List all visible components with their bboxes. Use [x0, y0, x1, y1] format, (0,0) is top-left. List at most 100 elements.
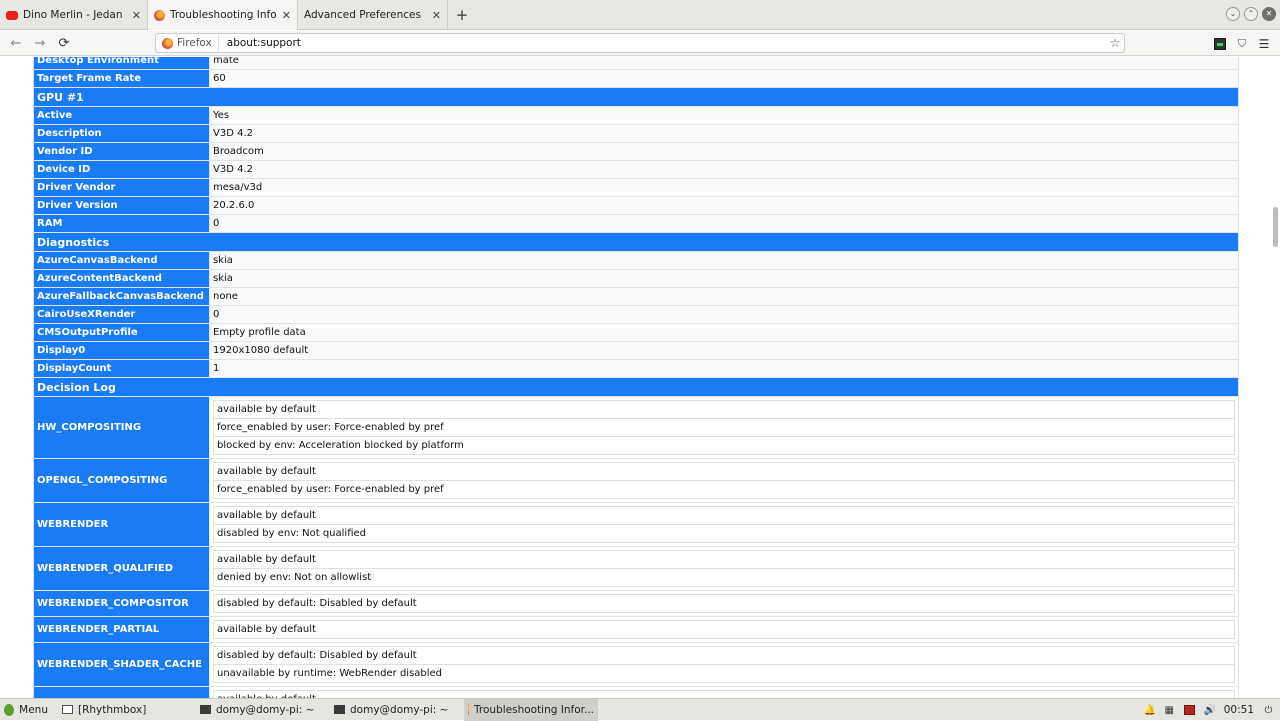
decision-subtable: disabled by default: Disabled by default…: [213, 646, 1235, 683]
diagnostics-row: AzureContentBackend skia: [33, 269, 1239, 288]
row-value: none: [209, 287, 1239, 306]
app-indicator-icon[interactable]: [1183, 705, 1195, 715]
network-icon[interactable]: ▦: [1164, 705, 1175, 716]
info-row: Target Frame Rate 60: [33, 69, 1239, 88]
row-key: RAM: [33, 214, 210, 233]
close-icon[interactable]: ✕: [132, 9, 141, 22]
start-menu-button[interactable]: Menu: [0, 699, 52, 721]
window-close-icon[interactable]: ✕: [1262, 7, 1276, 21]
decision-entry: available by default: [213, 506, 1235, 525]
tab-youtube[interactable]: Dino Merlin - Jedan dan, J ✕: [0, 0, 148, 30]
diagnostics-row: AzureCanvasBackend skia: [33, 251, 1239, 270]
decision-entry-row: disabled by default: Disabled by default: [213, 646, 1235, 665]
feature-name: WEBRENDER: [33, 502, 210, 547]
gpu-row: Active Yes: [33, 106, 1239, 125]
mate-menu-icon: [4, 703, 15, 716]
row-key: DisplayCount: [33, 359, 210, 378]
taskbar-item-label: domy@domy-pi: ~: [350, 703, 449, 716]
decision-entry-row: disabled by env: Not qualified: [213, 524, 1235, 543]
taskbar-item-label: Troubleshooting Infor...: [474, 703, 594, 716]
tab-troubleshooting[interactable]: Troubleshooting Informa ✕: [148, 0, 298, 30]
taskbar-item-terminal-1[interactable]: domy@domy-pi: ~: [196, 699, 330, 721]
shield-icon[interactable]: ⛉: [1236, 37, 1248, 50]
section-title: Decision Log: [33, 377, 1239, 397]
new-tab-button[interactable]: +: [448, 0, 476, 29]
window-controls: ⌄ ⌃ ✕: [1226, 7, 1276, 21]
taskbar-item-rhythmbox[interactable]: [Rhythmbox]: [58, 699, 196, 721]
row-value: mesa/v3d: [209, 178, 1239, 197]
feature-name: WEBRENDER_PARTIAL: [33, 616, 210, 643]
taskbar-item-firefox[interactable]: Troubleshooting Infor...: [464, 698, 598, 721]
row-value: Yes: [209, 106, 1239, 125]
feature-name: HW_COMPOSITING: [33, 396, 210, 459]
decision-row: OPENGL_COMPOSITING available by default fo…: [33, 458, 1239, 503]
row-key: CMSOutputProfile: [33, 323, 210, 342]
decision-subtable: available by default disabled by env: Not…: [213, 506, 1235, 543]
decision-entry-row: blocked by env: Acceleration blocked by …: [213, 436, 1235, 455]
decision-entry: available by default: [213, 462, 1235, 481]
row-value: Empty profile data: [209, 323, 1239, 342]
taskbar-item-terminal-2[interactable]: domy@domy-pi: ~: [330, 699, 464, 721]
feature-name: [33, 686, 210, 698]
taskbar-item-label: domy@domy-pi: ~: [216, 703, 315, 716]
power-icon[interactable]: ⏻: [1263, 705, 1274, 716]
url-input[interactable]: about:support: [219, 37, 1106, 49]
diagnostics-row: CairoUseXRender 0: [33, 305, 1239, 324]
clock[interactable]: 00:51: [1224, 704, 1254, 716]
reload-button[interactable]: ⟳: [52, 32, 76, 54]
row-key: AzureFallbackCanvasBackend: [33, 287, 210, 306]
decision-entry: blocked by env: Acceleration blocked by …: [213, 436, 1235, 455]
terminal-icon: [200, 705, 211, 714]
close-icon[interactable]: ✕: [432, 9, 441, 22]
row-value: 60: [209, 69, 1239, 88]
decision-row: WEBRENDER_COMPOSITOR disabled by default:…: [33, 590, 1239, 617]
identity-box[interactable]: Firefox: [156, 34, 219, 52]
minimize-icon[interactable]: ⌄: [1226, 7, 1240, 21]
back-button[interactable]: ←: [4, 32, 28, 54]
diagnostics-row: CMSOutputProfile Empty profile data: [33, 323, 1239, 342]
row-value: V3D 4.2: [209, 124, 1239, 143]
firefox-icon: [162, 37, 173, 49]
tab-strip: Dino Merlin - Jedan dan, J ✕ Troubleshoo…: [0, 0, 1280, 30]
identity-label: Firefox: [177, 37, 212, 49]
decision-row: WEBRENDER_QUALIFIED available by default d…: [33, 546, 1239, 591]
gpu-row: Vendor ID Broadcom: [33, 142, 1239, 161]
row-key: Driver Version: [33, 196, 210, 215]
row-key: Vendor ID: [33, 142, 210, 161]
decision-subtable: disabled by default: Disabled by default: [213, 594, 1235, 613]
row-key: CairoUseXRender: [33, 305, 210, 324]
maximize-icon[interactable]: ⌃: [1244, 7, 1258, 21]
scrollbar-thumb[interactable]: [1273, 207, 1278, 247]
section-decision-log: Decision Log: [33, 377, 1239, 397]
firefox-icon: [468, 704, 470, 715]
youtube-icon: [6, 10, 18, 20]
row-value: 20.2.6.0: [209, 196, 1239, 215]
extension-monitor-icon[interactable]: [1214, 37, 1226, 50]
url-bar[interactable]: Firefox about:support ☆: [155, 33, 1125, 53]
decision-entry: unavailable by runtime: WebRender disabl…: [213, 664, 1235, 683]
taskbar: Menu [Rhythmbox] domy@domy-pi: ~ domy@do…: [0, 698, 1280, 721]
terminal-icon: [334, 705, 345, 714]
gpu-row: Driver Version 20.2.6.0: [33, 196, 1239, 215]
decision-entry: available by default: [213, 690, 1235, 698]
bell-icon[interactable]: 🔔: [1144, 705, 1156, 716]
row-value: V3D 4.2: [209, 160, 1239, 179]
forward-button[interactable]: →: [28, 32, 52, 54]
gpu-row: Description V3D 4.2: [33, 124, 1239, 143]
menu-icon[interactable]: ☰: [1258, 38, 1270, 50]
close-icon[interactable]: ✕: [282, 9, 291, 22]
gpu-row: Driver Vendor mesa/v3d: [33, 178, 1239, 197]
tab-advanced-preferences[interactable]: Advanced Preferences ✕: [298, 0, 448, 30]
window-icon: [62, 705, 73, 714]
decision-entry: available by default: [213, 620, 1235, 639]
decision-entry: available by default: [213, 400, 1235, 419]
section-diagnostics: Diagnostics: [33, 232, 1239, 252]
firefox-icon: [154, 9, 165, 21]
toolbar-right: ⛉ ☰: [1214, 31, 1280, 56]
gpu-row: RAM 0: [33, 214, 1239, 233]
volume-icon[interactable]: 🔊: [1204, 705, 1216, 716]
bookmark-star-icon[interactable]: ☆: [1106, 36, 1124, 50]
decision-entries: available by default: [209, 686, 1239, 698]
decision-subtable: available by default force_enabled by use…: [213, 462, 1235, 499]
row-key: Display0: [33, 341, 210, 360]
